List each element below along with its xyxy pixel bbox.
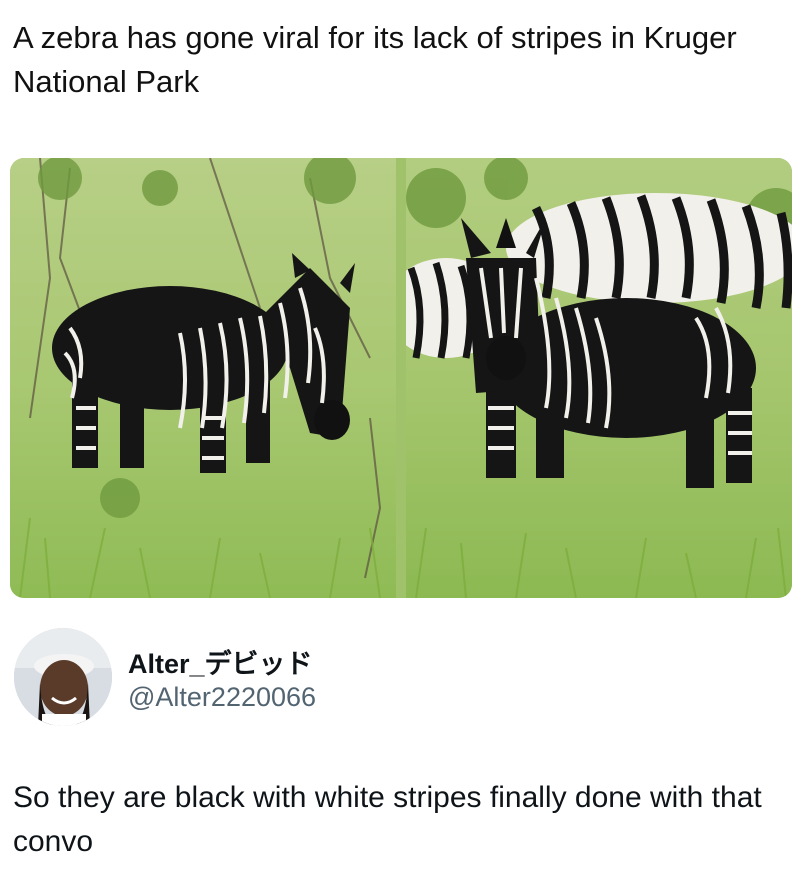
photo-left[interactable]	[10, 158, 396, 598]
avatar-image	[14, 628, 112, 726]
photo-right[interactable]	[406, 158, 792, 598]
zebra-photo-right	[406, 158, 792, 598]
display-name[interactable]: Alter_デビッド	[128, 642, 313, 681]
post-headline: A zebra has gone viral for its lack of s…	[13, 20, 737, 99]
avatar[interactable]	[14, 628, 112, 726]
zebra-photo-left	[10, 158, 396, 598]
user-handle[interactable]: @Alter2220066	[128, 682, 316, 713]
reply-author[interactable]: Alter_デビッド @Alter2220066	[14, 628, 714, 728]
reply-text: So they are black with white stripes fin…	[13, 781, 762, 858]
media-grid[interactable]	[10, 158, 792, 598]
